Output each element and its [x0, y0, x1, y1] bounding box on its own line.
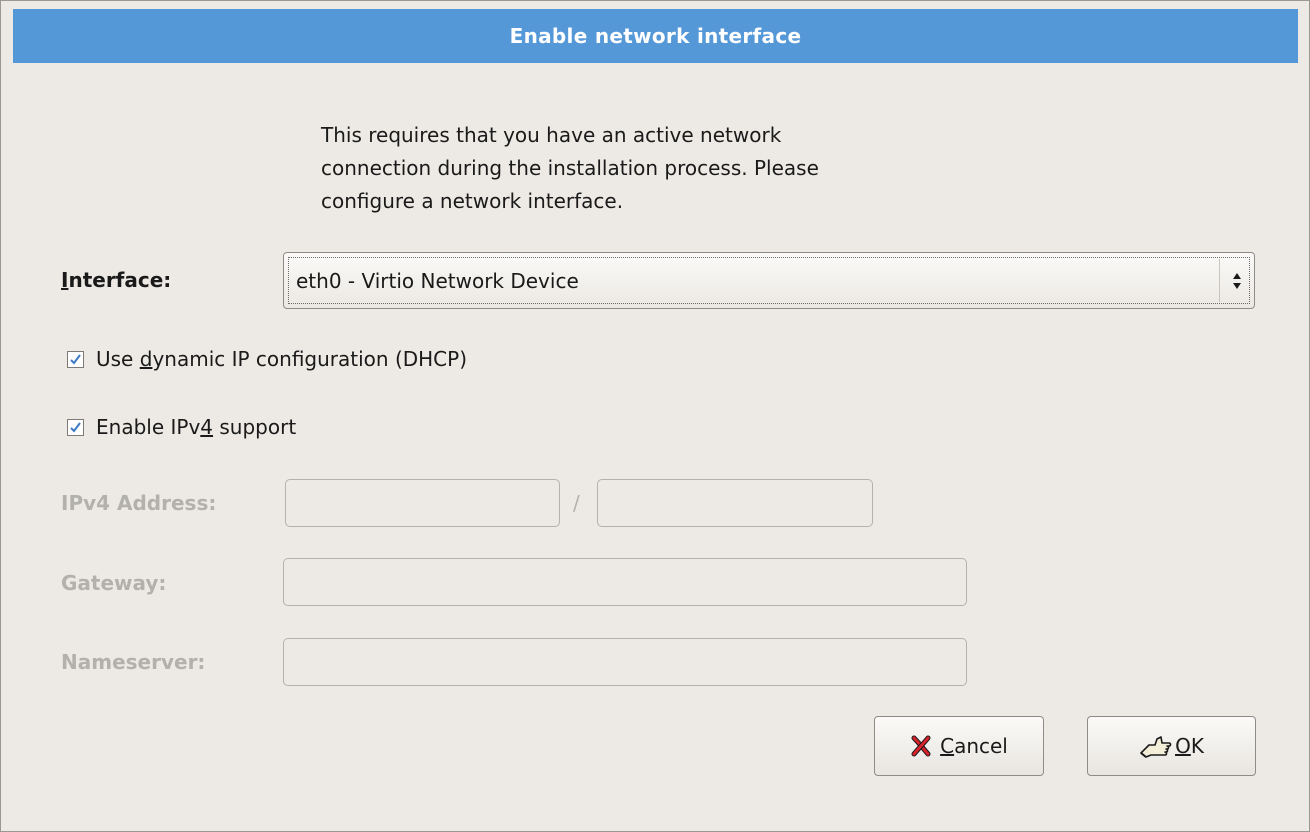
gateway-label: Gateway:	[61, 571, 167, 595]
ok-mnemonic: O	[1175, 734, 1191, 758]
interface-label-text: nterface:	[68, 268, 172, 292]
nameserver-input[interactable]	[283, 638, 967, 686]
ok-label: OK	[1175, 734, 1204, 758]
ipv4-label-mnemonic: 4	[200, 415, 214, 439]
checkmark-icon	[70, 421, 81, 433]
cancel-label-text: ancel	[954, 734, 1008, 758]
dialog-title: Enable network interface	[13, 9, 1298, 63]
dhcp-checkbox-row[interactable]: Use dynamic IP configuration (DHCP)	[67, 347, 467, 371]
ok-label-text: K	[1190, 734, 1204, 758]
intro-line-2: connection during the installation proce…	[321, 156, 819, 180]
interface-label: Interface:	[61, 268, 171, 292]
combo-separator	[1219, 259, 1220, 302]
gateway-input[interactable]	[283, 558, 967, 606]
nameserver-label: Nameserver:	[61, 650, 206, 674]
cancel-mnemonic: C	[940, 734, 955, 758]
ipv4-checkbox[interactable]	[67, 418, 84, 436]
checkmark-icon	[70, 353, 81, 365]
network-dialog: Enable network interface This requires t…	[0, 0, 1310, 832]
interface-select-value: eth0 - Virtio Network Device	[296, 268, 579, 293]
ipv4-checkbox-row[interactable]: Enable IPv4 support	[67, 415, 296, 439]
cancel-button[interactable]: Cancel	[874, 716, 1044, 776]
ipv4-label: Enable IPv4 support	[96, 415, 296, 439]
intro-line-1: This requires that you have an active ne…	[321, 123, 782, 147]
hand-pointing-icon	[1140, 736, 1172, 758]
dhcp-label-after: ynamic IP configuration (DHCP)	[152, 347, 468, 371]
red-x-icon	[911, 735, 931, 757]
interface-select[interactable]: eth0 - Virtio Network Device	[283, 252, 1255, 309]
dhcp-label-mnemonic: d	[139, 347, 153, 371]
cancel-label: Cancel	[940, 734, 1008, 758]
prefix-separator: /	[573, 491, 580, 515]
ipv4-address-input[interactable]	[285, 479, 560, 527]
up-down-arrows-icon	[1233, 272, 1241, 289]
ipv4-address-label: IPv4 Address:	[61, 491, 217, 515]
ipv4-label-before: Enable IPv	[96, 415, 201, 439]
ipv4-prefix-input[interactable]	[597, 479, 873, 527]
intro-line-3: configure a network interface.	[321, 189, 624, 213]
intro-text: This requires that you have an active ne…	[321, 119, 1041, 218]
dhcp-label-before: Use	[96, 347, 140, 371]
ok-button[interactable]: OK	[1087, 716, 1256, 776]
dhcp-checkbox[interactable]	[67, 350, 84, 368]
dhcp-label: Use dynamic IP configuration (DHCP)	[96, 347, 467, 371]
ipv4-label-after: support	[213, 415, 297, 439]
